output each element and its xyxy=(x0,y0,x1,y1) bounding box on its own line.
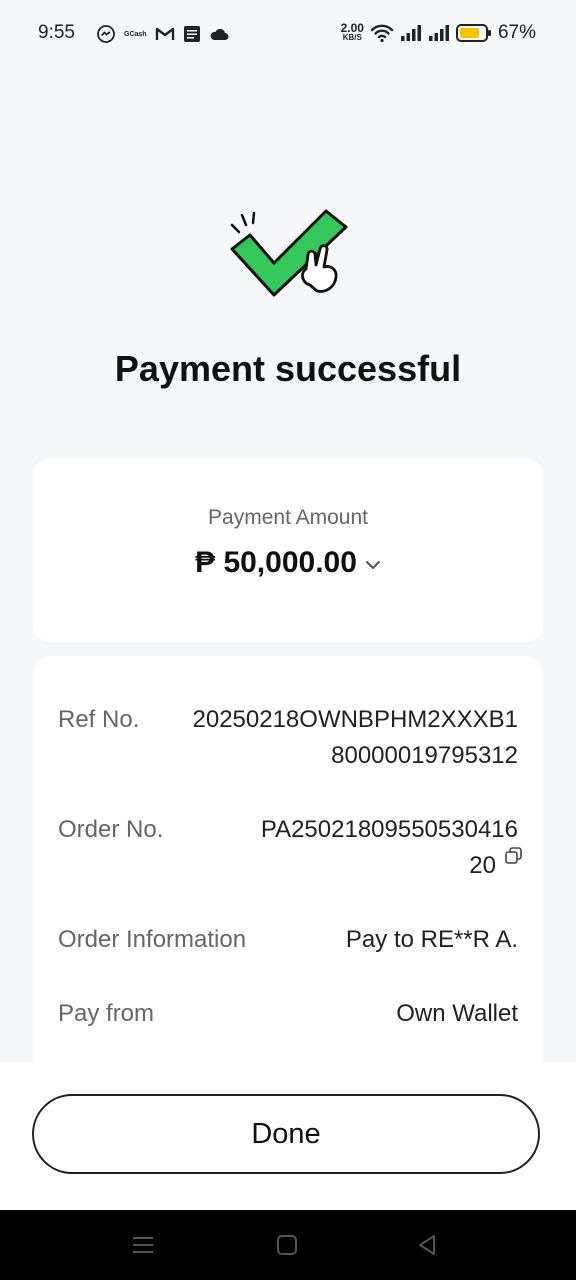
payment-amount-label: Payment Amount xyxy=(208,506,368,529)
gcash-text: GCash xyxy=(124,30,147,38)
pay-from-value: Own Wallet xyxy=(396,1000,518,1027)
system-nav-bar xyxy=(0,1210,576,1280)
status-time: 9:55 xyxy=(38,22,75,43)
ref-no-line1: 20250218OWNBPHM2XXXB1 xyxy=(192,706,519,733)
status-bar: 9:55 GCash 2.00 KB/S 67% xyxy=(0,0,576,66)
gcash-icon: GCash xyxy=(124,31,147,38)
done-button[interactable]: Done xyxy=(32,1094,540,1174)
messenger-icon xyxy=(96,24,116,44)
order-info-row: Order Information Pay to RE**R A. xyxy=(58,926,518,966)
amount-card: Payment Amount ₱ 50,000.00 xyxy=(33,458,543,642)
order-info-label: Order Information xyxy=(58,926,247,953)
battery-icon xyxy=(455,23,492,43)
pay-from-label: Pay from xyxy=(58,1000,155,1027)
signal-icon xyxy=(400,24,422,42)
home-icon[interactable] xyxy=(274,1232,300,1258)
notification-icons: GCash xyxy=(96,24,229,44)
system-status: 2.00 KB/S 67% xyxy=(341,22,536,44)
network-speed: 2.00 KB/S xyxy=(340,21,364,43)
network-speed-value: 2.00 xyxy=(340,21,364,35)
details-card: Ref No. 20250218OWNBPHM2XXXB1 8000001979… xyxy=(33,656,543,1096)
pay-from-row: Pay from Own Wallet xyxy=(58,1000,518,1040)
battery-percent: 67% xyxy=(497,22,536,43)
menu-icon[interactable] xyxy=(130,1232,156,1258)
order-no-row: Order No. PA25021809550530416 20 xyxy=(58,816,522,896)
order-no-label: Order No. xyxy=(58,816,164,843)
bottom-action-area: Done xyxy=(0,1062,576,1210)
ref-no-row: Ref No. 20250218OWNBPHM2XXXB1 8000001979… xyxy=(58,706,518,786)
signal-icon-2 xyxy=(428,24,450,42)
ref-no-label: Ref No. xyxy=(58,706,140,733)
copy-icon[interactable] xyxy=(504,846,524,871)
order-no-line1: PA25021809550530416 xyxy=(260,816,518,843)
wifi-icon xyxy=(370,23,394,43)
cloud-icon xyxy=(209,27,229,41)
order-info-value: Pay to RE**R A. xyxy=(345,926,518,953)
success-check-icon xyxy=(222,205,350,305)
back-icon[interactable] xyxy=(414,1232,440,1258)
gotyme-bank-icon xyxy=(183,25,201,43)
order-no-line2: 20 xyxy=(469,852,496,879)
order-no-value: PA25021809550530416 20 xyxy=(261,812,518,884)
ref-no-value: 20250218OWNBPHM2XXXB1 80000019795312 xyxy=(193,702,519,774)
payment-amount-toggle[interactable]: ₱ 50,000.00 xyxy=(33,546,543,580)
page-title: Payment successful xyxy=(114,348,462,389)
network-speed-unit: KB/S xyxy=(342,33,362,42)
ref-no-line2: 80000019795312 xyxy=(331,742,518,769)
gmail-icon xyxy=(155,26,175,42)
payment-amount-value: ₱ 50,000.00 xyxy=(195,546,357,579)
chevron-down-icon xyxy=(365,544,381,578)
